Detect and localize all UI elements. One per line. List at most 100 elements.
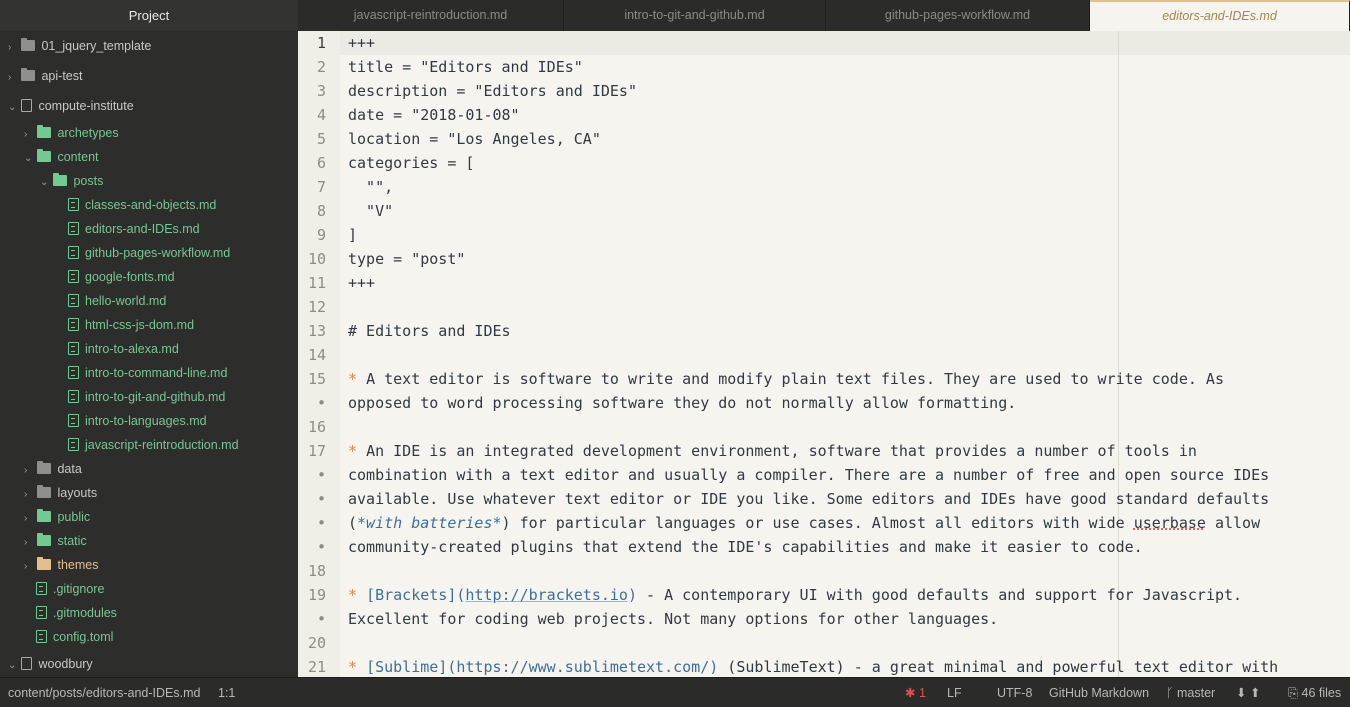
status-line-ending[interactable]: LF	[947, 678, 962, 707]
code-token: allow	[1205, 514, 1261, 532]
chevron-down-icon[interactable]: ⌄	[8, 654, 18, 677]
tree-file-item[interactable]: intro-to-command-line.md	[0, 361, 298, 385]
tree-folder-item[interactable]: › static	[0, 529, 298, 553]
tree-item-label: google-fonts.md	[85, 270, 175, 284]
chevron-right-icon[interactable]: ›	[24, 459, 34, 483]
tree-folder-item[interactable]: › 01_jquery_template	[0, 34, 298, 58]
line-number: 10	[307, 250, 326, 268]
chevron-right-icon[interactable]: ›	[24, 483, 34, 507]
markdown-file-icon	[68, 270, 79, 283]
code-line[interactable]: date = "2018-01-08"	[348, 103, 520, 127]
tree-folder-item[interactable]: ⌄ compute-institute	[0, 94, 298, 118]
tree-folder-item[interactable]: › archetypes	[0, 121, 298, 145]
tree-file-item[interactable]: .gitmodules	[0, 601, 298, 625]
tab-3[interactable]: github-pages-workflow.md	[826, 0, 1090, 31]
file-count: 46 files	[1301, 686, 1342, 700]
tree-file-item[interactable]: intro-to-alexa.md	[0, 337, 298, 361]
code-line[interactable]: "V"	[348, 199, 393, 223]
status-encoding[interactable]: UTF-8	[997, 678, 1032, 707]
chevron-down-icon[interactable]: ⌄	[40, 171, 50, 195]
tree-item-label: archetypes	[57, 126, 119, 140]
code-line[interactable]: "",	[348, 175, 393, 199]
code-token: https://www.sublimetext.com/	[456, 658, 710, 676]
chevron-right-icon[interactable]: ›	[24, 531, 34, 555]
chevron-right-icon[interactable]: ›	[24, 507, 34, 531]
line-number: •	[316, 514, 326, 532]
code-line[interactable]: combination with a text editor and usual…	[348, 463, 1269, 487]
code-line[interactable]: title = "Editors and IDEs"	[348, 55, 583, 79]
chevron-right-icon[interactable]: ›	[8, 66, 18, 90]
code-line[interactable]: location = "Los Angeles, CA"	[348, 127, 601, 151]
line-number: •	[316, 538, 326, 556]
code-token: Excellent for coding web projects. Not m…	[348, 610, 999, 628]
code-line[interactable]: * An IDE is an integrated development en…	[348, 439, 1197, 463]
code-line[interactable]: (*with batteries*) for particular langua…	[348, 511, 1260, 535]
tree-file-item[interactable]: editors-and-IDEs.md	[0, 217, 298, 241]
code-line[interactable]: +++	[348, 31, 375, 55]
chevron-right-icon[interactable]: ›	[8, 36, 18, 60]
chevron-down-icon[interactable]: ⌄	[8, 96, 18, 120]
tree-folder-item[interactable]: › data	[0, 457, 298, 481]
chevron-right-icon[interactable]: ›	[24, 555, 34, 579]
tree-item-label: data	[57, 462, 82, 476]
tree-file-item[interactable]: javascript-reintroduction.md	[0, 433, 298, 457]
tree-folder-item[interactable]: › public	[0, 505, 298, 529]
code-line[interactable]: available. Use whatever text editor or I…	[348, 487, 1269, 511]
tree-file-item[interactable]: .gitignore	[0, 577, 298, 601]
fetch-pull-icons[interactable]: ⬇ ⬆	[1236, 678, 1260, 707]
code-line[interactable]: * [Brackets](http://brackets.io) - A con…	[348, 583, 1242, 607]
text-editor[interactable]: 1 2 3 4 5 6 7 8 9 10 11 12 13 14 15 • 16 17 • • • • 18 19 • 20 21 …	[298, 31, 1350, 677]
tree-folder-item[interactable]: › api-test	[0, 64, 298, 88]
line-number: 9	[316, 226, 326, 244]
code-line[interactable]: ]	[348, 223, 357, 247]
tree-file-item[interactable]: classes-and-objects.md	[0, 193, 298, 217]
code-line[interactable]: +++	[348, 271, 375, 295]
tree-item-label: themes	[57, 558, 99, 572]
code-line[interactable]: * A text editor is software to write and…	[348, 367, 1224, 391]
markdown-file-icon	[68, 294, 79, 307]
code-line[interactable]: Excellent for coding web projects. Not m…	[348, 607, 998, 631]
folder-icon	[37, 461, 52, 474]
tree-file-item[interactable]: intro-to-languages.md	[0, 409, 298, 433]
tree-file-item[interactable]: github-pages-workflow.md	[0, 241, 298, 265]
line-number: 5	[316, 130, 326, 148]
tree-file-item[interactable]: hello-world.md	[0, 289, 298, 313]
line-number: 13	[307, 322, 326, 340]
tab-1[interactable]: javascript-reintroduction.md	[298, 0, 564, 31]
tree-folder-item[interactable]: ⌄ content	[0, 145, 298, 169]
line-number: 14	[307, 346, 326, 364]
chevron-down-icon[interactable]: ⌄	[24, 147, 34, 171]
code-line[interactable]: description = "Editors and IDEs"	[348, 79, 637, 103]
tree-item-label: layouts	[57, 486, 98, 500]
status-file-path[interactable]: content/posts/editors-and-IDEs.md	[8, 678, 200, 707]
tree-folder-item[interactable]: › layouts	[0, 481, 298, 505]
tree-file-item[interactable]: intro-to-git-and-github.md	[0, 385, 298, 409]
tree-file-item[interactable]: google-fonts.md	[0, 265, 298, 289]
code-line[interactable]: * [Sublime](https://www.sublimetext.com/…	[348, 655, 1278, 677]
tree-file-item[interactable]: html-css-js-dom.md	[0, 313, 298, 337]
status-cursor-position[interactable]: 1:1	[218, 678, 235, 707]
code-line[interactable]: opposed to word processing software they…	[348, 391, 1016, 415]
code-line[interactable]: categories = [	[348, 151, 474, 175]
status-files[interactable]: ⎘ 46 files	[1288, 678, 1341, 707]
tree-file-item[interactable]: config.toml	[0, 625, 298, 649]
tab-2[interactable]: intro-to-git-and-github.md	[564, 0, 826, 31]
code-line[interactable]: type = "post"	[348, 247, 465, 271]
code-line[interactable]: community-created plugins that extend th…	[348, 535, 1143, 559]
line-number: 15	[307, 370, 326, 388]
line-number-gutter: 1 2 3 4 5 6 7 8 9 10 11 12 13 14 15 • 16 17 • • • • 18 19 • 20 21	[298, 31, 340, 677]
code-token: *with batteries*	[357, 514, 502, 532]
tab-4[interactable]: editors-and-IDEs.md	[1090, 0, 1350, 31]
tree-folder-item[interactable]: ⌄ woodbury	[0, 652, 298, 676]
status-grammar[interactable]: GitHub Markdown	[1049, 678, 1149, 707]
line-number: 6	[316, 154, 326, 172]
chevron-right-icon[interactable]: ›	[24, 123, 34, 147]
status-branch[interactable]: ᚴ master	[1166, 678, 1215, 707]
code-line[interactable]: # Editors and IDEs	[348, 319, 511, 343]
tree-folder-item[interactable]: ⌄ posts	[0, 169, 298, 193]
tree-folder-item[interactable]: › themes	[0, 553, 298, 577]
folder-icon	[53, 173, 68, 186]
repo-icon	[21, 99, 33, 112]
status-issues[interactable]: ✱ 1	[905, 678, 926, 707]
code-token: description = "Editors and IDEs"	[348, 82, 637, 100]
